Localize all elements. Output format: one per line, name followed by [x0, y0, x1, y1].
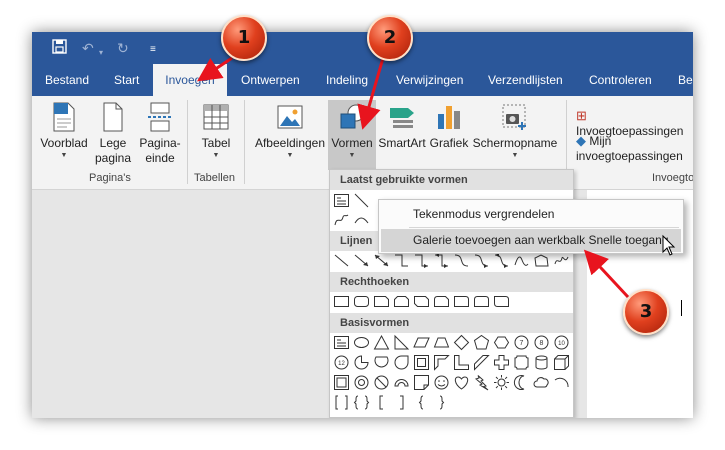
arrow-1: [197, 56, 233, 82]
mouse-pointer-icon: [662, 234, 676, 256]
arrow-3: [583, 249, 630, 299]
arrow-2: [357, 57, 385, 130]
callout-badge-1: 1: [221, 15, 267, 61]
screenshot: ↶ ▾ ↻ ≡ Bestand Start Invoegen Ontwerpen…: [0, 0, 725, 450]
annotation-arrows: [197, 56, 676, 299]
callout-badge-3: 3: [623, 289, 669, 335]
callout-badge-2: 2: [367, 15, 413, 61]
